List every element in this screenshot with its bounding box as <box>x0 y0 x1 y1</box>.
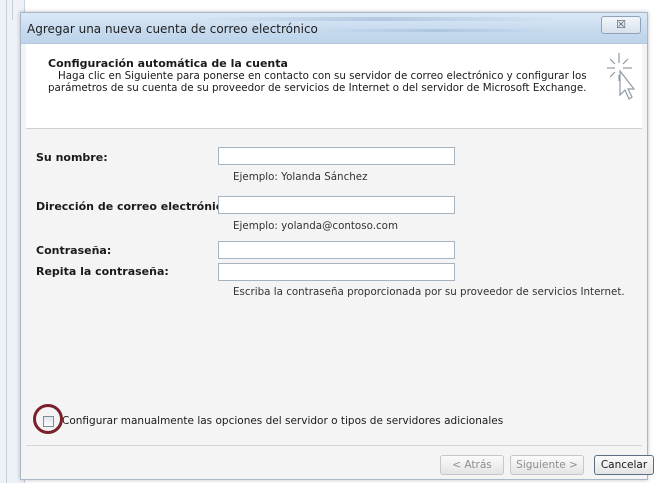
title-bar-blur-2 <box>321 29 551 32</box>
form-panel: Su nombre: Ejemplo: Yolanda Sánchez Dire… <box>26 129 642 445</box>
header-title: Configuración automática de la cuenta <box>48 57 288 70</box>
dialog-title: Agregar una nueva cuenta de correo elect… <box>27 22 318 36</box>
email-input[interactable] <box>218 196 455 214</box>
next-button[interactable]: Siguiente > <box>510 455 584 475</box>
add-account-dialog: Agregar una nueva cuenta de correo elect… <box>20 12 654 480</box>
title-bar-blur <box>201 17 561 21</box>
repeat-password-input[interactable] <box>218 263 455 281</box>
repeat-password-label: Repita la contraseña: <box>36 265 169 278</box>
email-label: Dirección de correo electrónico: <box>36 200 235 213</box>
password-label: Contraseña: <box>36 244 112 257</box>
header-panel: Configuración automática de la cuenta Ha… <box>26 44 642 129</box>
name-input[interactable] <box>218 147 455 165</box>
name-label: Su nombre: <box>36 151 108 164</box>
password-input[interactable] <box>218 241 455 259</box>
button-bar: < Atrás Siguiente > Cancelar <box>26 445 654 478</box>
header-description: Haga clic en Siguiente para ponerse en c… <box>48 70 587 94</box>
email-hint: Ejemplo: yolanda@contoso.com <box>233 220 398 232</box>
name-hint: Ejemplo: Yolanda Sánchez <box>233 171 368 183</box>
back-button[interactable]: < Atrás <box>440 455 504 475</box>
cancel-button[interactable]: Cancelar <box>594 455 654 475</box>
close-icon: ☒ <box>616 18 626 31</box>
wizard-cursor-icon <box>607 53 636 100</box>
close-button[interactable]: ☒ <box>601 16 641 34</box>
password-hint: Escriba la contraseña proporcionada por … <box>233 286 625 298</box>
annotation-circle <box>33 404 63 434</box>
manual-config-label[interactable]: Configurar manualmente las opciones del … <box>62 415 503 427</box>
title-bar: Agregar una nueva cuenta de correo elect… <box>21 13 647 44</box>
